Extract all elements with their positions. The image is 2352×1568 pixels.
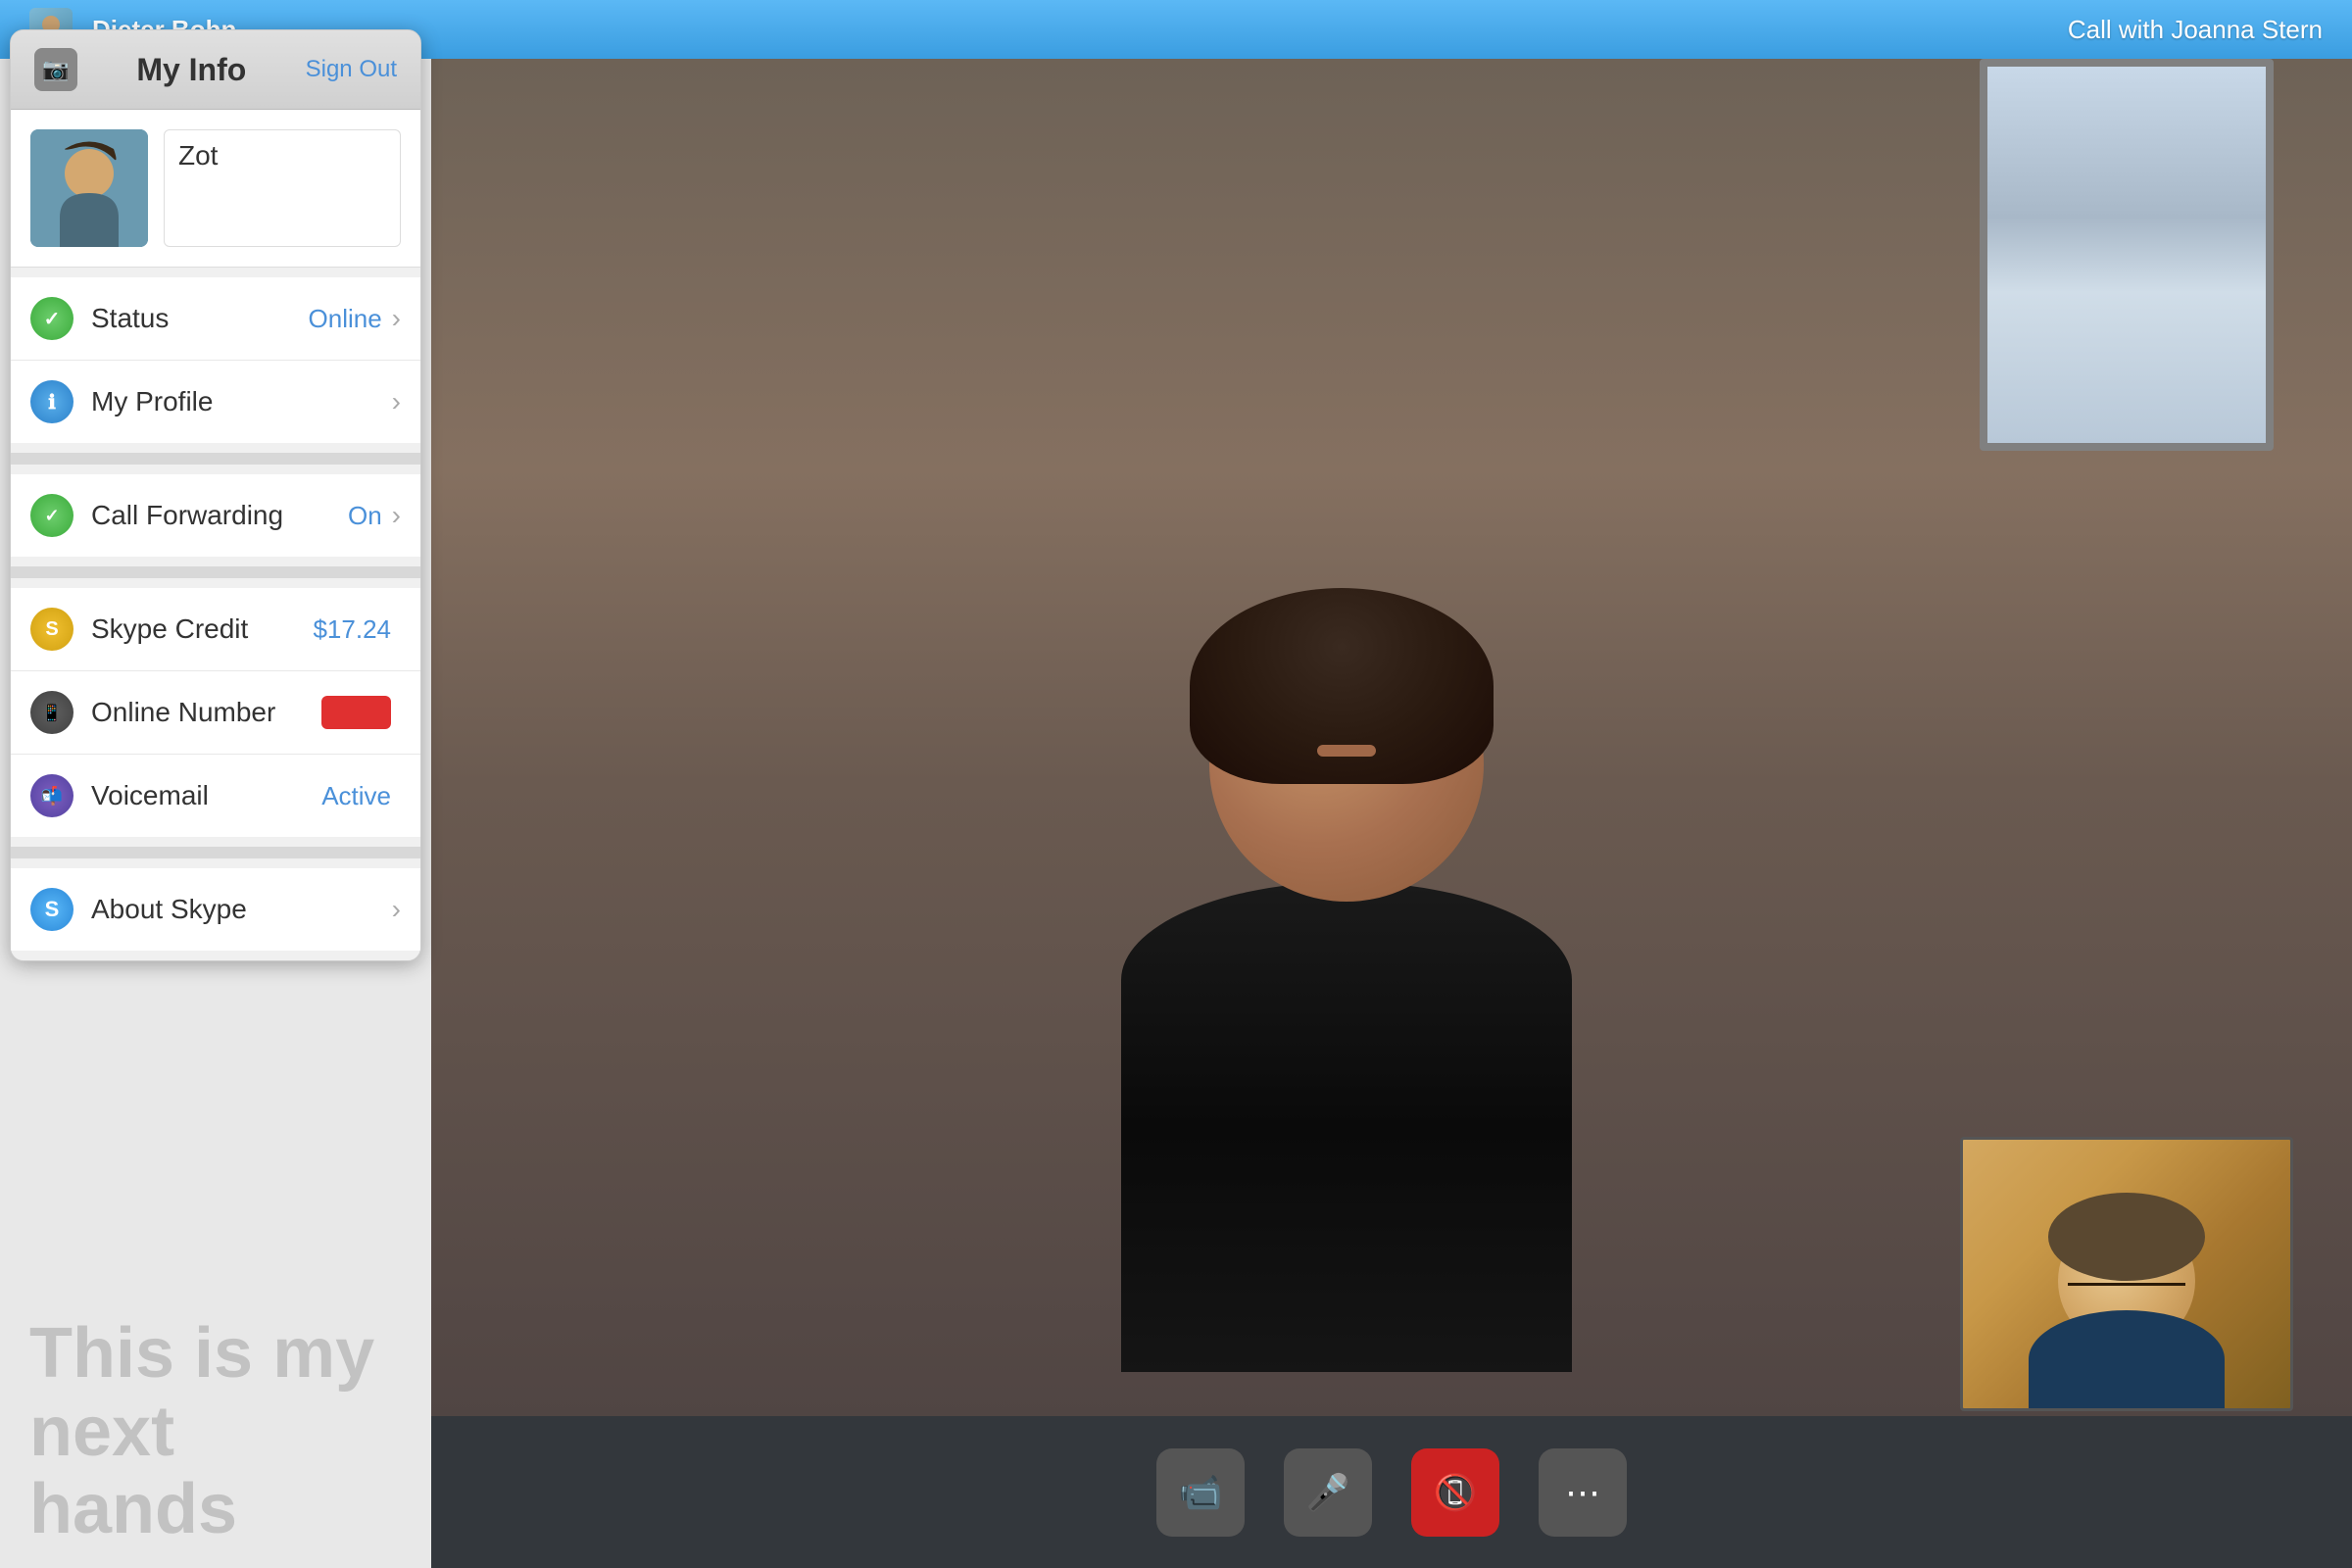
online-number-label: Online Number bbox=[91, 697, 321, 728]
main-video-background bbox=[431, 0, 2352, 1568]
more-options-button[interactable]: ⋯ bbox=[1539, 1448, 1627, 1537]
skype-credit-label: Skype Credit bbox=[91, 613, 313, 645]
profile-name: Zot bbox=[178, 140, 218, 171]
more-icon: ⋯ bbox=[1565, 1472, 1600, 1513]
my-info-panel: 📷 My Info Sign Out Zot ✓ Status Online › bbox=[10, 29, 421, 961]
profile-section: Zot bbox=[11, 110, 420, 268]
profile-name-area[interactable]: Zot bbox=[164, 129, 401, 247]
end-call-button[interactable]: 📵 bbox=[1411, 1448, 1499, 1537]
skype-credit-icon: S bbox=[30, 608, 74, 651]
background-text: This is my next hands bbox=[0, 1296, 431, 1568]
menu-item-online-number[interactable]: 📱 Online Number bbox=[11, 671, 420, 755]
call-forwarding-chevron: › bbox=[392, 500, 401, 531]
menu-item-about-skype[interactable]: S About Skype › bbox=[11, 868, 420, 951]
video-toggle-button[interactable]: 📹 bbox=[1156, 1448, 1245, 1537]
pip-person-body bbox=[2029, 1310, 2225, 1408]
video-area bbox=[431, 0, 2352, 1568]
microphone-icon: 🎤 bbox=[1306, 1472, 1350, 1513]
menu-section-3: S Skype Credit $17.24 📱 Online Number 📬 … bbox=[11, 588, 420, 837]
pip-video bbox=[1960, 1137, 2293, 1411]
call-forwarding-icon: ✓ bbox=[30, 494, 74, 537]
profile-avatar[interactable] bbox=[30, 129, 148, 247]
bottom-controls-bar: 📹 🎤 📵 ⋯ bbox=[431, 1416, 2352, 1568]
camera-icon: 📷 bbox=[42, 57, 69, 82]
section-divider-1 bbox=[11, 453, 420, 465]
panel-header: 📷 My Info Sign Out bbox=[11, 30, 420, 110]
top-bar-call-title: Call with Joanna Stern bbox=[2068, 15, 2323, 45]
status-label: Status bbox=[91, 303, 309, 334]
voicemail-status: Active bbox=[321, 781, 391, 811]
voicemail-label: Voicemail bbox=[91, 780, 321, 811]
pip-glasses bbox=[2068, 1266, 2185, 1286]
menu-item-skype-credit[interactable]: S Skype Credit $17.24 bbox=[11, 588, 420, 671]
menu-item-my-profile[interactable]: ℹ My Profile › bbox=[11, 361, 420, 443]
voicemail-icon: 📬 bbox=[30, 774, 74, 817]
person-head bbox=[1209, 627, 1484, 902]
about-skype-chevron: › bbox=[392, 894, 401, 925]
section-divider-3 bbox=[11, 847, 420, 858]
end-call-icon: 📵 bbox=[1434, 1472, 1478, 1513]
status-chevron: › bbox=[392, 303, 401, 334]
online-number-icon: 📱 bbox=[30, 691, 74, 734]
my-profile-chevron: › bbox=[392, 386, 401, 417]
call-forwarding-label: Call Forwarding bbox=[91, 500, 348, 531]
room-window bbox=[1980, 59, 2274, 451]
video-icon: 📹 bbox=[1179, 1472, 1223, 1513]
online-number-badge bbox=[321, 696, 391, 729]
bg-text-line1: This is my bbox=[29, 1315, 402, 1393]
my-profile-label: My Profile bbox=[91, 386, 392, 417]
status-value: Online bbox=[309, 304, 382, 334]
menu-item-voicemail[interactable]: 📬 Voicemail Active bbox=[11, 755, 420, 837]
main-video-person bbox=[1121, 627, 1572, 1372]
camera-icon-button[interactable]: 📷 bbox=[34, 48, 77, 91]
mute-button[interactable]: 🎤 bbox=[1284, 1448, 1372, 1537]
skype-credit-value: $17.24 bbox=[313, 614, 391, 645]
my-profile-icon: ℹ bbox=[30, 380, 74, 423]
sign-out-button[interactable]: Sign Out bbox=[306, 56, 397, 83]
call-forwarding-value: On bbox=[348, 501, 382, 531]
person-body bbox=[1121, 882, 1572, 1372]
bg-text-line2: next hands bbox=[29, 1394, 402, 1548]
panel-title: My Info bbox=[77, 52, 306, 88]
status-icon: ✓ bbox=[30, 297, 74, 340]
menu-section-1: ✓ Status Online › ℹ My Profile › bbox=[11, 277, 420, 443]
about-skype-icon: S bbox=[30, 888, 74, 931]
section-divider-2 bbox=[11, 566, 420, 578]
menu-section-2: ✓ Call Forwarding On › bbox=[11, 474, 420, 557]
about-skype-label: About Skype bbox=[91, 894, 392, 925]
menu-item-call-forwarding[interactable]: ✓ Call Forwarding On › bbox=[11, 474, 420, 557]
menu-section-4: S About Skype › bbox=[11, 868, 420, 951]
menu-item-status[interactable]: ✓ Status Online › bbox=[11, 277, 420, 361]
